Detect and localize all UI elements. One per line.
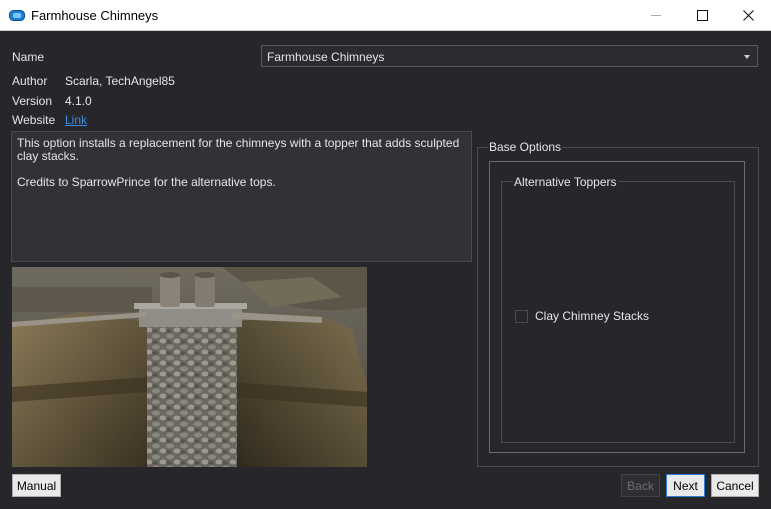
maximize-button[interactable] (679, 0, 725, 31)
manual-button[interactable]: Manual (12, 474, 61, 497)
back-button[interactable]: Back (621, 474, 660, 497)
base-options-group: Base Options Alternative Toppers Clay Ch… (477, 140, 759, 467)
alternative-toppers-title: Alternative Toppers (513, 175, 618, 189)
description-box[interactable]: This option installs a replacement for t… (11, 131, 472, 262)
close-button[interactable] (725, 0, 771, 31)
cancel-button[interactable]: Cancel (711, 474, 759, 497)
clay-chimney-stacks-checkbox[interactable] (515, 309, 528, 323)
clay-chimney-stacks-option[interactable]: Clay Chimney Stacks (515, 309, 649, 323)
minimize-icon (651, 15, 661, 16)
window-title: Farmhouse Chimneys (31, 8, 159, 23)
next-button[interactable]: Next (666, 474, 705, 497)
preview-image (12, 267, 367, 467)
description-credits: Credits to SparrowPrince for the alterna… (17, 175, 276, 189)
chevron-down-icon (744, 55, 750, 59)
name-dropdown-value: Farmhouse Chimneys (267, 50, 385, 64)
base-options-title: Base Options (488, 140, 563, 154)
name-label: Name (12, 50, 45, 64)
website-label: Website (12, 113, 56, 127)
minimize-button[interactable] (633, 0, 679, 31)
version-value: 4.1.0 (65, 94, 92, 108)
app-icon (9, 10, 25, 21)
title-bar: Farmhouse Chimneys (0, 0, 771, 31)
clay-chimney-stacks-label: Clay Chimney Stacks (535, 309, 650, 323)
author-value: Scarla, TechAngel85 (65, 74, 175, 88)
website-link[interactable]: Link (65, 113, 87, 127)
alternative-toppers-group: Alternative Toppers Clay Chimney Stacks (501, 175, 735, 443)
close-icon (742, 10, 754, 21)
description-paragraph: This option installs a replacement for t… (17, 136, 463, 163)
version-label: Version (12, 94, 53, 108)
author-label: Author (12, 74, 48, 88)
name-dropdown[interactable]: Farmhouse Chimneys (261, 45, 758, 67)
maximize-icon (696, 10, 708, 21)
